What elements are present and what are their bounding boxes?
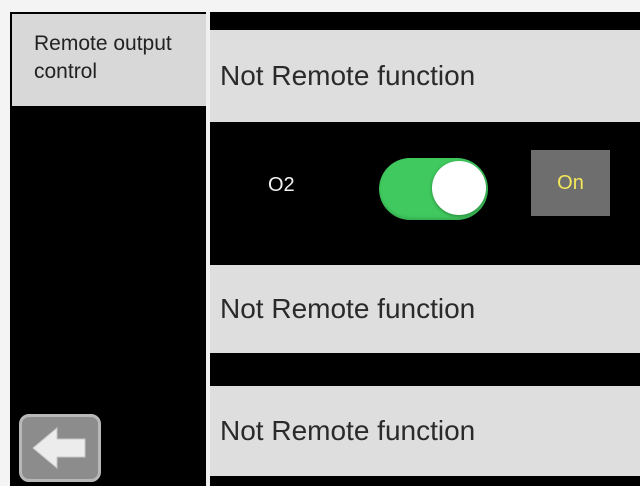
output-row-4-label: Not Remote function (220, 415, 476, 446)
output-row-1: Not Remote function (210, 30, 640, 122)
output-row-4: Not Remote function (210, 386, 640, 476)
output-o2-status-button[interactable]: On (531, 150, 610, 216)
arrow-left-icon (32, 426, 86, 470)
remote-output-control-screen: Remote output control Not Remote functio… (0, 0, 640, 486)
back-button[interactable] (19, 414, 101, 482)
output-row-1-label: Not Remote function (220, 60, 476, 91)
output-o2-label: O2 (268, 174, 295, 196)
output-o2-toggle[interactable] (379, 158, 488, 220)
top-border (0, 0, 640, 12)
toggle-knob (432, 161, 486, 215)
page-title: Remote output control (12, 14, 206, 106)
left-border (0, 12, 10, 486)
output-row-3: Not Remote function (210, 265, 640, 353)
output-row-3-label: Not Remote function (220, 293, 476, 324)
